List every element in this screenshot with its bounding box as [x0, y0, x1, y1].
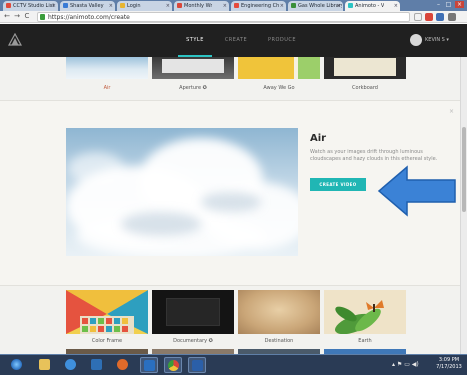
taskbar-app[interactable]	[114, 357, 132, 373]
browser-address-bar: ← → C https://animoto.com/create	[0, 11, 467, 23]
create-video-button[interactable]: CREATE VIDEO	[310, 178, 366, 191]
clock-time: 3:09 PM	[438, 357, 460, 363]
browser-tab[interactable]: Login ×	[117, 1, 172, 11]
scrollbar-thumb[interactable]	[462, 127, 466, 212]
browser-tab-active[interactable]: Animoto - V ×	[345, 1, 400, 11]
style-thumbnail-documentary[interactable]	[152, 290, 234, 334]
style-label: Away We Go	[263, 85, 295, 91]
style-label: Corkboard	[352, 85, 378, 91]
taskbar-app[interactable]	[140, 357, 158, 373]
media-player-icon	[91, 359, 102, 370]
screenshot: CCTV Studio List × Shasta Valley × Login × …	[0, 0, 467, 375]
documentary-frame	[166, 298, 220, 326]
maximize-button[interactable]: □	[444, 1, 453, 8]
style-preview-image[interactable]	[66, 128, 298, 256]
taskbar-app[interactable]	[188, 357, 206, 373]
user-menu[interactable]: KEVIN S ▾	[425, 35, 449, 45]
chrome-icon	[168, 360, 179, 371]
tab-close-icon[interactable]: ×	[223, 1, 227, 11]
taskbar-app[interactable]	[36, 357, 54, 373]
left-arrow-annotation-icon	[377, 165, 456, 217]
app-header: STYLE CREATE PRODUCE KEVIN S ▾	[0, 24, 467, 57]
style-thumbnail-corkboard[interactable]	[324, 57, 406, 79]
earth-leaf-butterfly	[324, 290, 406, 334]
back-button[interactable]: ←	[3, 12, 11, 21]
color-frame-pattern	[66, 290, 148, 334]
taskbar: ▴ ⚑ ▭ ◀) 3:09 PM 7/17/2013	[0, 354, 467, 375]
taskbar-app[interactable]	[88, 357, 106, 373]
tab-close-icon[interactable]: ×	[337, 1, 341, 11]
aperture-frame	[162, 59, 224, 73]
tab-favicon-icon	[348, 3, 353, 8]
tab-close-icon[interactable]: ×	[166, 1, 170, 11]
tab-close-icon[interactable]: ×	[280, 1, 284, 11]
browser-tab[interactable]: Engineering Ch ×	[231, 1, 286, 11]
animoto-logo-icon[interactable]	[8, 33, 22, 47]
url-text: https://animoto.com/create	[48, 14, 130, 21]
word-icon	[192, 360, 203, 371]
window-close-button[interactable]: ×	[455, 1, 464, 8]
tab-create[interactable]: CREATE	[216, 24, 256, 57]
style-thumbnail-destination[interactable]	[238, 290, 320, 334]
tab-favicon-icon	[120, 3, 125, 8]
yellow-panel	[238, 57, 294, 79]
tab-favicon-icon	[234, 3, 239, 8]
file-explorer-icon	[39, 359, 50, 370]
menu-icon[interactable]	[448, 13, 456, 21]
tab-favicon-icon	[177, 3, 182, 8]
bookmark-star-icon[interactable]	[414, 13, 422, 21]
avatar[interactable]	[410, 34, 422, 46]
windows-logo-icon	[11, 359, 22, 370]
taskbar-app[interactable]	[62, 357, 80, 373]
tab-style[interactable]: STYLE	[178, 24, 212, 57]
taskbar-app-chrome[interactable]	[164, 357, 182, 373]
tab-favicon-icon	[6, 3, 11, 8]
outlook-icon	[144, 360, 155, 371]
style-label: Color Frame	[91, 338, 123, 344]
start-button[interactable]	[8, 357, 26, 373]
style-thumbnail-aperture[interactable]	[152, 57, 234, 79]
tab-close-icon[interactable]: ×	[109, 1, 113, 11]
tab-close-icon[interactable]: ×	[394, 1, 398, 11]
style-title: Air	[310, 133, 327, 144]
style-thumbnail-air[interactable]	[66, 57, 148, 79]
lock-icon	[40, 14, 45, 20]
page-scrollbar[interactable]	[460, 57, 467, 354]
tab-produce[interactable]: PRODUCE	[260, 24, 304, 57]
browser-tab[interactable]: Monthly Wr ×	[174, 1, 229, 11]
corkboard-card	[334, 58, 396, 76]
browser-tab[interactable]: CCTV Studio List ×	[3, 1, 58, 11]
reload-button[interactable]: C	[23, 12, 31, 21]
style-label: Aperture ✪	[179, 85, 207, 91]
minimize-button[interactable]: –	[434, 1, 443, 8]
tab-favicon-icon	[291, 3, 296, 8]
style-thumbnail-earth[interactable]	[324, 290, 406, 334]
clock-date: 7/17/2013	[436, 364, 462, 370]
internet-explorer-icon	[65, 359, 76, 370]
style-thumbnail-away-we-go[interactable]	[238, 57, 320, 79]
browser-tab[interactable]: Shasta Valley ×	[60, 1, 115, 11]
green-panel	[298, 57, 320, 79]
style-description: Watch as your images drift through lumin…	[310, 149, 438, 162]
browser-tab-strip: CCTV Studio List × Shasta Valley × Login × …	[0, 0, 467, 11]
style-label: Air	[103, 85, 111, 91]
close-icon[interactable]: ×	[449, 108, 454, 116]
forward-button[interactable]: →	[13, 12, 21, 21]
style-label: Documentary ✪	[173, 338, 213, 344]
style-label: Earth	[358, 338, 372, 344]
extension-icon[interactable]	[436, 13, 444, 21]
tab-favicon-icon	[63, 3, 68, 8]
selected-style-panel: × Air Watch as your images drift through…	[0, 100, 460, 286]
extension-icon[interactable]	[425, 13, 433, 21]
browser-tab[interactable]: Gas Whole Library ×	[288, 1, 343, 11]
url-field[interactable]: https://animoto.com/create	[37, 12, 410, 22]
style-gallery: Air Aperture ✪ Away We Go Corkboard × Ai…	[0, 57, 460, 354]
tab-close-icon[interactable]: ×	[52, 1, 56, 11]
style-label: Destination	[264, 338, 294, 344]
taskbar-clock[interactable]: 3:09 PM 7/17/2013	[431, 357, 467, 371]
system-tray[interactable]: ▴ ⚑ ▭ ◀)	[392, 361, 419, 369]
style-thumbnail-color-frame[interactable]	[66, 290, 148, 334]
firefox-icon	[117, 359, 128, 370]
